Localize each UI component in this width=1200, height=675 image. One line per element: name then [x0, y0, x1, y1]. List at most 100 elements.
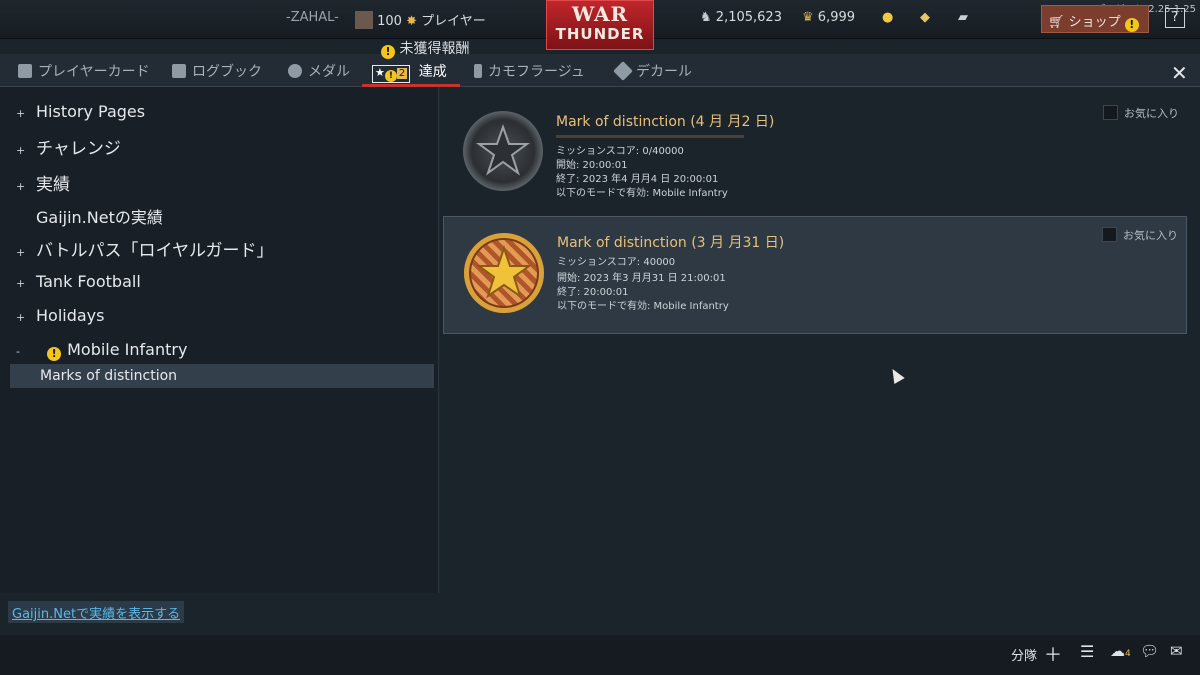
contacts-count: 4	[1125, 649, 1131, 659]
tree-item-label: バトルパス「ロイヤルガード」	[36, 241, 274, 261]
tree-item-label: Holidays	[36, 306, 105, 325]
diamond-icon[interactable]: ◆	[920, 10, 930, 25]
achievement-card[interactable]: Mark of distinction (3 月 月31 日) ミッションスコア…	[443, 216, 1187, 334]
tab-badge-count: 2	[396, 68, 408, 79]
favorite-label: お気に入り	[1123, 229, 1178, 242]
shop-label: ショップ	[1068, 15, 1121, 30]
help-button[interactable]: ?	[1165, 8, 1185, 28]
valid-mode: 以下のモードで有効: Mobile Infantry	[557, 301, 729, 312]
player-level: 100	[377, 14, 402, 29]
tab-label: メダル	[308, 64, 350, 80]
tree-item-history-pages[interactable]: + History Pages	[16, 102, 145, 121]
gaijin-achievements-link[interactable]: Gaijin.Netで実績を表示する	[8, 601, 185, 623]
mission-score: ミッションスコア: 40000	[557, 257, 676, 268]
silver-lion-icon: ♞	[700, 10, 712, 25]
valid-mode: 以下のモードで有効: Mobile Infantry	[556, 188, 728, 199]
golden-eagles-value: 6,999	[817, 10, 856, 25]
favorite-label: お気に入り	[1124, 107, 1179, 120]
warning-icon: !	[47, 347, 62, 361]
mail-icon[interactable]: ✉	[1170, 642, 1183, 660]
expand-icon: +	[16, 180, 26, 193]
profile-tabs: プレイヤーカード ログブック メダル ★! 2 達成 カモフラージュ デカール	[0, 54, 1200, 87]
favorite-checkbox[interactable]: お気に入り	[1102, 227, 1178, 243]
medal-icon	[288, 64, 302, 78]
achievement-progress-bar	[556, 135, 744, 138]
tree-item-battle-pass[interactable]: + バトルパス「ロイヤルガード」	[16, 236, 274, 261]
battle-pass-ticket-icon[interactable]: ▰	[958, 10, 968, 25]
expand-icon: +	[16, 311, 26, 324]
tree-item-gaijin-achievements[interactable]: Gaijin.Netの実績	[16, 204, 163, 228]
tree-item-holidays[interactable]: + Holidays	[16, 306, 104, 325]
tab-decals[interactable]: デカール	[613, 61, 692, 81]
achievement-title: Mark of distinction (4 月 月2 日)	[556, 114, 775, 130]
golden-eagles-balance[interactable]: ♛ 6,999	[802, 10, 855, 25]
achievement-card[interactable]: Mark of distinction (4 月 月2 日) ミッションスコア:…	[443, 97, 1187, 213]
expand-icon: +	[16, 107, 26, 120]
tab-label: プレイヤーカード	[38, 64, 150, 80]
tab-label: カモフラージュ	[488, 64, 585, 80]
silver-lions-balance[interactable]: ♞ 2,105,623	[700, 10, 782, 25]
end-time: 終了: 20:00:01	[557, 287, 629, 298]
tab-camouflage[interactable]: カモフラージュ	[474, 61, 585, 81]
expand-icon: +	[16, 277, 26, 290]
checkbox-icon	[1102, 227, 1117, 242]
silver-star-medal-icon	[463, 111, 543, 191]
chat-icon[interactable]: 💬︎	[1140, 642, 1159, 660]
avatar	[355, 11, 373, 29]
cart-icon: 🛒︎	[1048, 15, 1065, 30]
tree-item-challenges[interactable]: + チャレンジ	[16, 134, 121, 159]
tab-label: ログブック	[192, 64, 262, 80]
warning-icon: !	[381, 45, 395, 59]
player-card-icon	[18, 64, 32, 78]
tree-item-label: Mobile Infantry	[67, 340, 188, 359]
tree-item-mobile-infantry[interactable]: - ! Mobile Infantry	[16, 340, 187, 361]
start-time: 開始: 2023 年3 月月31 日 21:00:01	[557, 273, 726, 284]
close-icon[interactable]: ✕	[1171, 61, 1188, 85]
tab-label: 達成	[418, 64, 447, 80]
silver-lions-value: 2,105,623	[715, 10, 782, 25]
rank-star-icon: ✸	[406, 14, 418, 29]
mission-score: ミッションスコア: 0/40000	[556, 146, 684, 157]
lightbulb-icon[interactable]: ●	[882, 10, 893, 25]
expand-icon: +	[16, 144, 26, 157]
player-nickname[interactable]: -ZAHAL-	[286, 10, 339, 25]
player-profile[interactable]: 100 ✸ プレイヤー	[355, 10, 486, 29]
logo-line-thunder: THUNDER	[555, 25, 645, 43]
end-time: 終了: 2023 年4 月月4 日 20:00:01	[556, 174, 719, 185]
warning-icon: !	[1124, 18, 1139, 32]
top-bar: バージョン 2.25.1.25 -ZAHAL- 100 ✸ プレイヤー WAR …	[0, 0, 1200, 50]
player-rank-label: プレイヤー	[421, 14, 486, 29]
tab-logbook[interactable]: ログブック	[172, 61, 262, 81]
tree-item-label: Gaijin.Netの実績	[36, 208, 163, 227]
achievement-star-icon: ★! 2	[372, 65, 411, 83]
tree-item-tank-football[interactable]: + Tank Football	[16, 272, 141, 291]
war-thunder-logo[interactable]: WAR THUNDER	[546, 0, 654, 50]
list-icon[interactable]: ☰	[1080, 642, 1094, 661]
shop-button[interactable]: 🛒︎ ショップ !	[1041, 5, 1149, 33]
expand-icon: +	[16, 246, 26, 259]
tab-achievements[interactable]: ★! 2 達成	[372, 61, 447, 83]
squad-label[interactable]: 分隊	[1011, 645, 1037, 664]
tree-item-label: History Pages	[36, 102, 146, 121]
tab-player-card[interactable]: プレイヤーカード	[18, 61, 150, 81]
tree-item-label: 実績	[36, 175, 70, 195]
tab-medals[interactable]: メダル	[288, 61, 350, 81]
add-squad-member-icon[interactable]: ＋	[1044, 641, 1062, 667]
tree-item-marks-of-distinction[interactable]: Marks of distinction	[10, 364, 434, 388]
tree-item-achievements[interactable]: + 実績	[16, 170, 70, 195]
contacts-icon[interactable]: ☁4	[1110, 642, 1131, 660]
tree-item-label: チャレンジ	[36, 139, 121, 159]
tree-item-label: Tank Football	[36, 272, 141, 291]
achievement-category-tree: + History Pages + チャレンジ + 実績 Gaijin.Netの実績 …	[0, 87, 439, 593]
unreceived-rewards-button[interactable]: ! 未獲得報酬	[381, 38, 469, 59]
collapse-icon: -	[16, 345, 20, 358]
unreceived-rewards-label: 未獲得報酬	[399, 41, 470, 57]
start-time: 開始: 20:00:01	[556, 160, 628, 171]
brush-icon	[474, 64, 482, 78]
logo-line-war: WAR	[571, 2, 629, 26]
favorite-checkbox[interactable]: お気に入り	[1103, 105, 1179, 121]
tab-label: デカール	[636, 64, 692, 80]
logbook-icon	[172, 64, 186, 78]
gold-star-medal-icon	[464, 233, 544, 313]
achievement-list: Mark of distinction (4 月 月2 日) ミッションスコア:…	[440, 87, 1200, 593]
